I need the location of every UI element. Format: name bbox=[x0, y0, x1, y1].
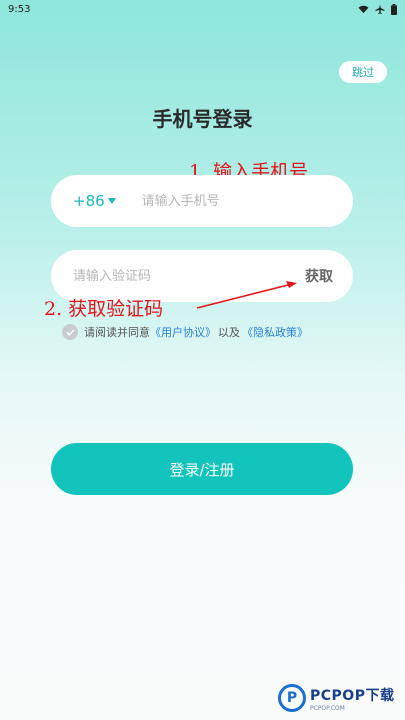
country-code-selector[interactable]: +86 bbox=[73, 192, 116, 210]
watermark-sub: PCPOP.COM bbox=[310, 704, 345, 712]
verification-code-input[interactable] bbox=[73, 268, 273, 284]
phone-input-row: +86 bbox=[51, 175, 353, 227]
dropdown-triangle-icon bbox=[107, 198, 116, 204]
status-time: 9:53 bbox=[8, 3, 31, 15]
agreement-row: 请阅读并同意 《用户协议》 以及 《隐私政策》 bbox=[62, 324, 308, 340]
check-circle-icon[interactable] bbox=[62, 324, 78, 340]
annotation-step-2: 2. 获取验证码 bbox=[44, 298, 164, 320]
watermark-brand: PCPOP下载 bbox=[310, 687, 395, 704]
phone-input[interactable] bbox=[141, 193, 322, 209]
watermark: P PCPOP下载 PCPOP.COM bbox=[278, 684, 394, 712]
agreement-and: 以及 bbox=[218, 326, 240, 339]
watermark-logo-icon: P bbox=[278, 684, 306, 712]
watermark-text: PCPOP下载 PCPOP.COM bbox=[310, 685, 394, 712]
status-icons bbox=[358, 3, 397, 15]
wifi-icon bbox=[358, 5, 369, 13]
status-bar: 9:53 bbox=[0, 0, 405, 18]
get-code-button[interactable]: 获取 bbox=[305, 250, 333, 302]
agreement-prefix: 请阅读并同意 bbox=[84, 326, 150, 339]
login-register-button[interactable]: 登录/注册 bbox=[51, 443, 353, 495]
page-title: 手机号登录 bbox=[152, 107, 253, 131]
skip-button[interactable]: 跳过 bbox=[339, 61, 387, 83]
privacy-policy-link[interactable]: 《隐私政策》 bbox=[242, 324, 308, 340]
user-agreement-link[interactable]: 《用户协议》 bbox=[150, 324, 216, 340]
country-code-label: +86 bbox=[73, 192, 105, 210]
battery-icon bbox=[391, 3, 397, 15]
airplane-icon bbox=[375, 4, 385, 14]
